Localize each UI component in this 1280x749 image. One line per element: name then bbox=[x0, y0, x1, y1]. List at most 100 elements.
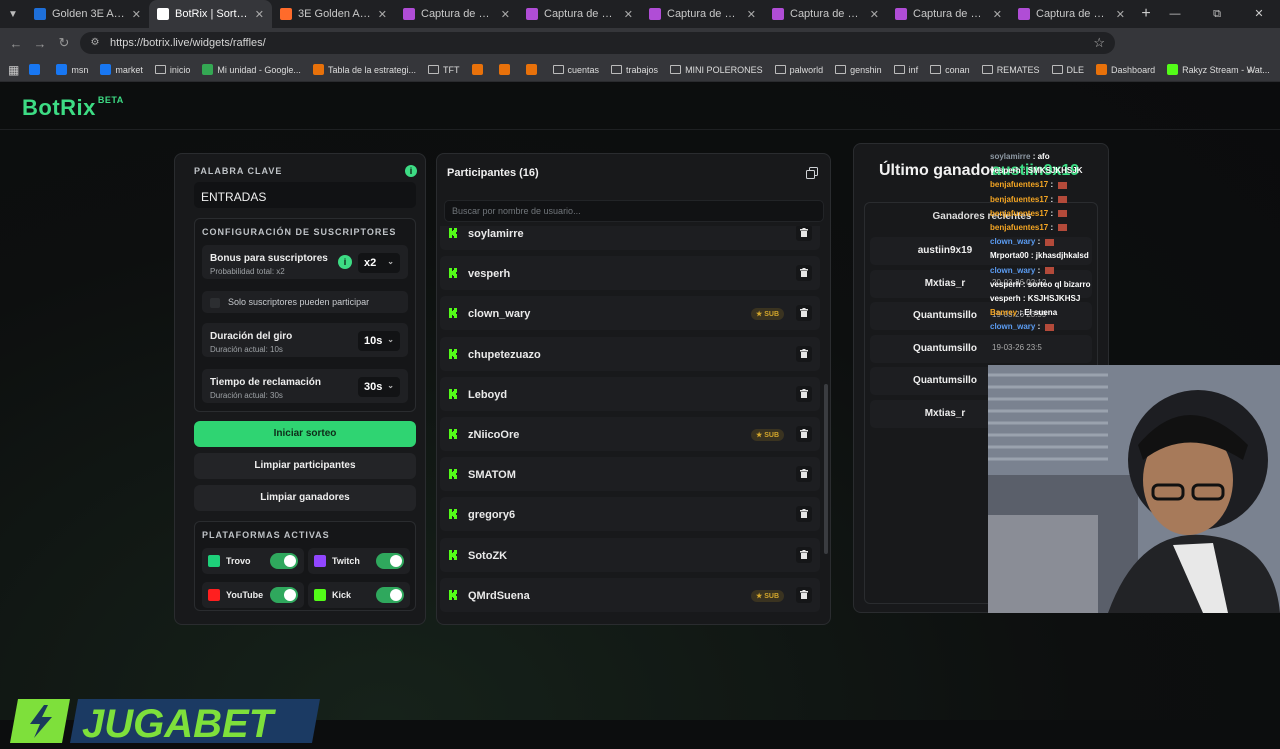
browser-tab[interactable]: Captura de pantalla ✕ bbox=[1010, 0, 1133, 28]
bookmark-item[interactable]: msn bbox=[56, 64, 88, 75]
only-subs-checkbox[interactable] bbox=[210, 298, 220, 308]
browser-tab[interactable]: Captura de pantalla ✕ bbox=[518, 0, 641, 28]
browser-tab[interactable]: Captura de pantalla ✕ bbox=[641, 0, 764, 28]
close-tab-icon[interactable]: ✕ bbox=[870, 8, 879, 21]
participant-search-input[interactable] bbox=[444, 200, 824, 222]
bookmark-item[interactable]: DLE bbox=[1051, 65, 1084, 75]
bookmark-item[interactable]: conan bbox=[930, 65, 970, 75]
bookmark-item[interactable]: genshin bbox=[835, 65, 882, 75]
spin-duration-select[interactable]: 10s ⌄ bbox=[358, 331, 400, 351]
bookmark-item[interactable] bbox=[525, 64, 541, 75]
close-tab-icon[interactable]: ✕ bbox=[501, 8, 510, 21]
delete-participant-button[interactable] bbox=[796, 466, 812, 483]
bonus-select[interactable]: x2 ⌄ bbox=[358, 253, 400, 273]
window-controls: — ⧉ ✕ bbox=[1154, 0, 1280, 28]
browser-tab[interactable]: BotRix | Sorteos ✕ bbox=[149, 0, 272, 28]
browser-tab[interactable]: Captura de pantalla ✕ bbox=[887, 0, 1010, 28]
delete-participant-button[interactable] bbox=[796, 426, 812, 442]
apps-icon[interactable]: ▦ bbox=[8, 63, 19, 77]
browser-tab[interactable]: Captura de pantalla ✕ bbox=[764, 0, 887, 28]
participant-name: clown_wary bbox=[468, 308, 531, 321]
chat-message: vesperh : sorteo ql bizarro bbox=[990, 280, 1090, 289]
tab-title: Golden 3E Awards Es bbox=[52, 8, 126, 20]
browser-tab[interactable]: Golden 3E Awards Es ✕ bbox=[26, 0, 149, 28]
delete-participant-button[interactable] bbox=[796, 546, 812, 563]
close-tab-icon[interactable]: ✕ bbox=[1116, 8, 1125, 21]
header-divider bbox=[0, 129, 1280, 130]
bookmark-item[interactable] bbox=[29, 64, 44, 75]
platform-toggle[interactable] bbox=[376, 587, 404, 603]
kick-icon bbox=[314, 589, 326, 601]
minimize-icon[interactable]: — bbox=[1154, 0, 1196, 28]
delete-participant-button[interactable] bbox=[796, 586, 812, 603]
forward-icon[interactable]: → bbox=[28, 36, 52, 51]
platform-kick: Kick bbox=[308, 582, 410, 608]
close-tab-icon[interactable]: ✕ bbox=[993, 8, 1002, 21]
platforms-section-label: PLATAFORMAS ACTIVAS bbox=[202, 530, 330, 540]
sub-badge: ★ SUB bbox=[750, 308, 784, 321]
bookmark-item[interactable]: inicio bbox=[154, 65, 190, 75]
chat-message: Mrporta00 : jkhasdjhkalsd bbox=[990, 251, 1089, 260]
keyword-info-icon[interactable]: i bbox=[405, 165, 417, 177]
delete-participant-button[interactable] bbox=[796, 265, 812, 282]
site-icon bbox=[312, 64, 324, 75]
url-input[interactable]: ⚙ https://botrix.live/widgets/raffles/ ☆ bbox=[80, 32, 1115, 54]
close-tab-icon[interactable]: ✕ bbox=[747, 8, 756, 21]
chat-message: soylamirre : afo bbox=[990, 152, 1050, 161]
restore-icon[interactable]: ⧉ bbox=[1196, 0, 1238, 28]
platform-toggle[interactable] bbox=[270, 553, 298, 569]
participants-scrollbar[interactable] bbox=[824, 384, 828, 554]
bookmark-item[interactable] bbox=[471, 64, 487, 75]
bookmark-item[interactable]: Rakyz Stream - Wat... bbox=[1167, 64, 1270, 75]
copy-icon[interactable] bbox=[806, 167, 818, 179]
bonus-info-icon[interactable]: i bbox=[338, 255, 352, 269]
browser-tab[interactable]: Captura de pantalla ✕ bbox=[395, 0, 518, 28]
only-subs-row[interactable]: Solo suscriptores pueden participar bbox=[202, 291, 408, 313]
bookmark-item[interactable]: palworld bbox=[774, 65, 823, 75]
subscriber-bonus-row: Bonus para suscriptores Probabilidad tot… bbox=[202, 245, 408, 279]
bookmark-item[interactable]: Mi unidad - Google... bbox=[202, 64, 301, 75]
platform-toggle[interactable] bbox=[376, 553, 404, 569]
close-window-icon[interactable]: ✕ bbox=[1238, 0, 1280, 28]
close-tab-icon[interactable]: ✕ bbox=[132, 8, 141, 21]
bookmark-item[interactable]: Dashboard bbox=[1096, 64, 1155, 75]
tab-title: Captura de pantalla bbox=[544, 8, 618, 20]
clear-participants-button[interactable]: Limpiar participantes bbox=[194, 453, 416, 479]
tab-search-icon[interactable]: ▼ bbox=[0, 0, 26, 28]
delete-participant-button[interactable] bbox=[796, 226, 812, 241]
participants-title: Participantes (16) bbox=[447, 167, 539, 179]
delete-participant-button[interactable] bbox=[796, 305, 812, 322]
close-tab-icon[interactable]: ✕ bbox=[378, 8, 387, 21]
bookmark-item[interactable]: inf bbox=[893, 65, 918, 75]
trash-icon bbox=[800, 308, 808, 318]
reload-icon[interactable]: ↻ bbox=[52, 35, 76, 51]
delete-participant-button[interactable] bbox=[796, 506, 812, 523]
start-raffle-button[interactable]: Iniciar sorteo bbox=[194, 421, 416, 447]
more-bookmarks-icon[interactable]: » bbox=[1247, 65, 1252, 75]
bookmark-item[interactable]: cuentas bbox=[552, 65, 599, 75]
subscriber-config: CONFIGURACIÓN DE SUSCRIPTORES Bonus para… bbox=[194, 218, 416, 412]
bookmark-item[interactable] bbox=[498, 64, 514, 75]
bookmark-item[interactable]: market bbox=[100, 64, 143, 75]
kick-icon bbox=[449, 388, 457, 399]
botrix-logo[interactable]: BotRix BETA bbox=[22, 95, 124, 121]
site-info-icon[interactable]: ⚙ bbox=[88, 36, 102, 50]
platform-toggle[interactable] bbox=[270, 587, 298, 603]
bookmark-item[interactable]: trabajos bbox=[611, 65, 658, 75]
platform-trovo: Trovo bbox=[202, 548, 304, 574]
participant-row: chupetezuazo bbox=[440, 336, 820, 371]
bookmark-star-icon[interactable]: ☆ bbox=[1093, 35, 1105, 51]
back-icon[interactable]: ← bbox=[4, 36, 28, 51]
bookmark-item[interactable]: REMATES bbox=[981, 65, 1040, 75]
delete-participant-button[interactable] bbox=[796, 345, 812, 362]
browser-tab[interactable]: 3E Golden Awards 2026 ✕ bbox=[272, 0, 395, 28]
delete-participant-button[interactable] bbox=[796, 385, 812, 402]
close-tab-icon[interactable]: ✕ bbox=[255, 8, 264, 21]
bookmark-item[interactable]: MINI POLERONES bbox=[670, 65, 763, 75]
bookmark-item[interactable]: TFT bbox=[428, 65, 460, 75]
bookmark-item[interactable]: Tabla de la estrategi... bbox=[312, 64, 416, 75]
keyword-input[interactable]: ENTRADAS bbox=[194, 182, 416, 208]
clear-winners-button[interactable]: Limpiar ganadores bbox=[194, 485, 416, 511]
close-tab-icon[interactable]: ✕ bbox=[624, 8, 633, 21]
claim-time-select[interactable]: 30s ⌄ bbox=[358, 377, 400, 397]
